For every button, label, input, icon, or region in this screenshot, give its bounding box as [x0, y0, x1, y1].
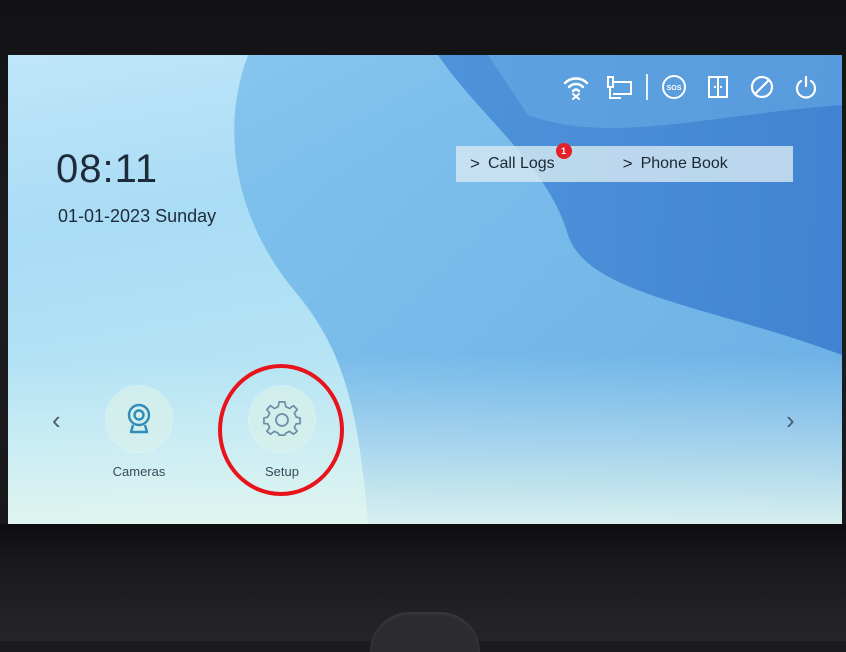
call-logs-badge: 1: [555, 143, 572, 159]
status-divider: [646, 74, 648, 100]
door-icon[interactable]: [696, 71, 740, 103]
sos-icon[interactable]: SOS: [652, 71, 696, 103]
ethernet-icon[interactable]: [598, 71, 642, 103]
clock-time: 08:11: [56, 147, 159, 191]
sos-icon-text: SOS: [667, 85, 682, 92]
cameras-app[interactable]: Cameras: [99, 386, 179, 479]
power-icon[interactable]: [784, 71, 828, 103]
chevron-right-icon: >: [622, 154, 633, 173]
next-page-arrow[interactable]: ›: [786, 405, 795, 436]
phone-book-link[interactable]: > Phone Book: [623, 146, 728, 182]
highlight-circle-annotation: [218, 364, 344, 496]
cameras-app-button[interactable]: [106, 386, 172, 452]
chevron-right-icon: >: [470, 154, 480, 173]
quick-links-bar: > Call Logs 1 > Phone Book: [456, 143, 793, 182]
cameras-app-label: Cameras: [112, 464, 166, 479]
prev-page-arrow[interactable]: ‹: [52, 405, 61, 436]
clock-date: 01-01-2023 Sunday: [58, 206, 217, 226]
camera-icon: [127, 403, 151, 434]
wifi-disconnected-icon[interactable]: [554, 71, 598, 103]
call-logs-link[interactable]: > Call Logs 1: [470, 143, 572, 182]
call-logs-label: Call Logs: [487, 155, 555, 172]
phone-book-label: Phone Book: [640, 155, 728, 172]
do-not-disturb-icon[interactable]: [740, 71, 784, 103]
status-bar: SOS: [554, 71, 828, 103]
home-screen: SOS 08:11 01-01-2023 Sunday > Call Logs …: [8, 55, 842, 524]
